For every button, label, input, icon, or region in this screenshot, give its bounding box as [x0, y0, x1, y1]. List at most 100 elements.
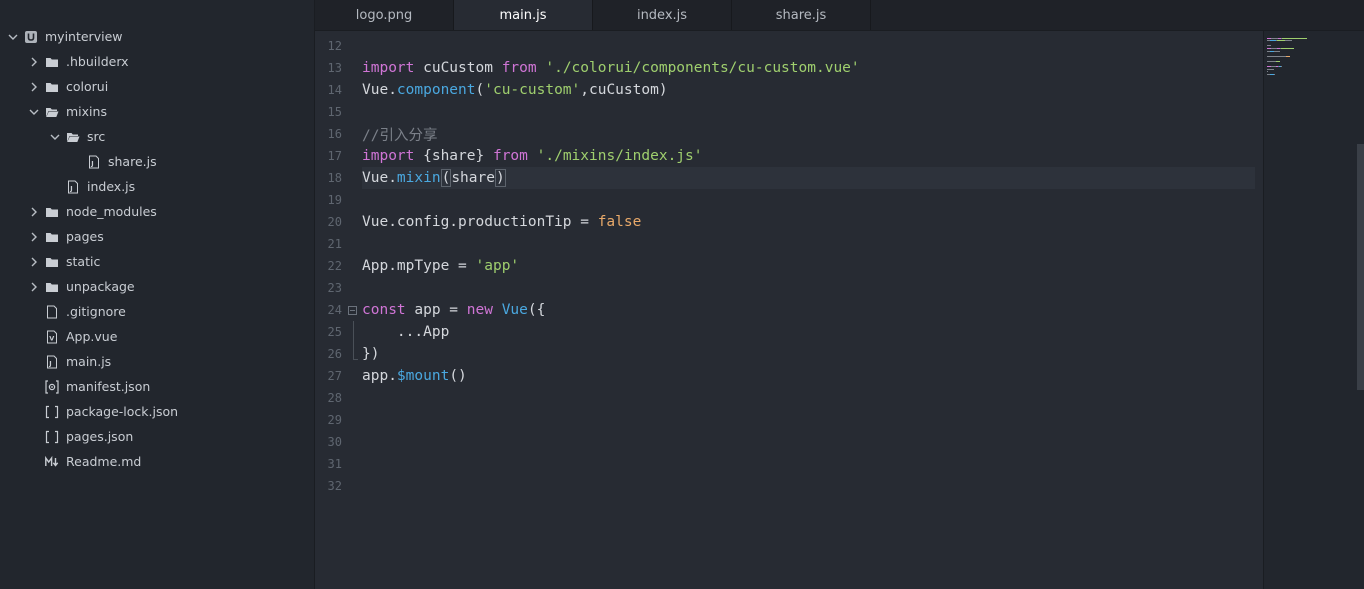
code-line[interactable]: 25 ...App [315, 321, 1263, 343]
folder-item-src[interactable]: src [0, 124, 364, 149]
code-line[interactable]: 12 [315, 35, 1263, 57]
code-line[interactable]: 30 [315, 431, 1263, 453]
code-token: 'cu-custom' [484, 82, 581, 98]
svg-text:V: V [49, 334, 54, 342]
file-item-pages-json[interactable]: pages.json [0, 424, 343, 449]
fold-gutter [342, 123, 362, 145]
file-item-main-js[interactable]: Jmain.js [0, 349, 343, 374]
file-item-app-vue[interactable]: V App.vue [0, 324, 343, 349]
tab-logo-png[interactable]: logo.png [315, 0, 454, 30]
fold-gutter [342, 365, 362, 387]
code-token: './mixins/index.js' [536, 148, 703, 164]
fold-gutter [342, 79, 362, 101]
folder-item-unpackage[interactable]: unpackage [0, 274, 343, 299]
line-number: 16 [327, 127, 342, 141]
folder-item-mixins[interactable]: mixins [0, 99, 343, 124]
code-line[interactable]: 18 Vue. mixin(share) [315, 167, 1263, 189]
chevron-down-icon[interactable] [29, 107, 39, 117]
fold-gutter [342, 101, 362, 123]
minimap-line [1267, 45, 1271, 47]
line-number: 17 [327, 149, 342, 163]
code-line[interactable]: 14 Vue. component('cu-custom' ,cuCustom) [315, 79, 1263, 101]
file-item-readme-md[interactable]: Readme.md [0, 449, 343, 474]
chevron-right-icon[interactable] [29, 57, 39, 67]
code-line[interactable]: 28 [315, 387, 1263, 409]
fold-gutter [342, 189, 362, 211]
chevron-right-icon[interactable] [29, 232, 39, 242]
fold-gutter [342, 277, 362, 299]
code-token: app = [405, 302, 467, 318]
tab-share-js[interactable]: share.js [732, 0, 871, 30]
file-item-manifest-json[interactable]: manifest.json [0, 374, 343, 399]
minimap[interactable] [1263, 31, 1364, 589]
tree-item-label: Readme.md [66, 454, 142, 469]
code-line[interactable]: 29 [315, 409, 1263, 431]
editor-window: myinterview .hbuilderx colorui mixins src Jsh… [0, 0, 1364, 589]
file-item-index-js[interactable]: Jindex.js [0, 174, 364, 199]
code-line[interactable]: 23 [315, 277, 1263, 299]
project-explorer: myinterview .hbuilderx colorui mixins src Jsh… [0, 0, 315, 589]
code-text: app. $mount() [362, 365, 1255, 387]
folder-icon [45, 255, 59, 269]
minimap-line [1282, 37, 1307, 39]
tree-item-label: pages [66, 229, 104, 244]
code-token: App.mpType = [362, 258, 476, 274]
chevron-right-icon[interactable] [29, 282, 39, 292]
code-line[interactable]: 26}) [315, 343, 1263, 365]
code-line[interactable]: 24 const app = new Vue({ [315, 299, 1263, 321]
fold-gutter [342, 431, 362, 453]
folder-item-pages[interactable]: pages [0, 224, 343, 249]
tab-index-js[interactable]: index.js [593, 0, 732, 30]
fold-gutter [342, 57, 362, 79]
folder-item-myinterview[interactable]: myinterview [0, 24, 322, 49]
chevron-down-icon[interactable] [8, 32, 18, 42]
minimap-line [1271, 37, 1278, 39]
line-number: 24 [327, 303, 342, 317]
tree-item-label: share.js [108, 154, 157, 169]
code-line[interactable]: 13 import cuCustom from './colorui/compon… [315, 57, 1263, 79]
svg-text:J: J [90, 159, 93, 167]
chevron-right-icon[interactable] [29, 82, 39, 92]
chevron-down-icon[interactable] [50, 132, 60, 142]
fold-collapse-icon[interactable] [342, 299, 362, 321]
code-token: 'app' [475, 258, 520, 274]
code-line[interactable]: 17 import {share} from './mixins/index.js… [315, 145, 1263, 167]
file-item-package-lock-json[interactable]: package-lock.json [0, 399, 343, 424]
code-line[interactable]: 15 [315, 101, 1263, 123]
chevron-right-icon[interactable] [29, 207, 39, 217]
line-number: 31 [327, 457, 342, 471]
folder-item-node-modules[interactable]: node_modules [0, 199, 343, 224]
line-number: 23 [327, 281, 342, 295]
code-token: mixin [396, 170, 441, 186]
tab-main-js[interactable]: main.js [454, 0, 593, 30]
folder-item-static[interactable]: static [0, 249, 343, 274]
project-icon [24, 30, 38, 44]
code-editor[interactable]: 12 13 import cuCustom from './colorui/comp… [315, 31, 1263, 589]
chevron-right-icon[interactable] [29, 257, 39, 267]
code-token: component [396, 82, 476, 98]
code-line[interactable]: 20 Vue.config.productionTip = false [315, 211, 1263, 233]
code-line[interactable]: 19 [315, 189, 1263, 211]
file-item-gitignore[interactable]: .gitignore [0, 299, 343, 324]
folder-item-hbuilderx[interactable]: .hbuilderx [0, 49, 343, 74]
code-token: {share} [414, 148, 493, 164]
folder-item-colorui[interactable]: colorui [0, 74, 343, 99]
code-line[interactable]: 22 App.mpType = 'app' [315, 255, 1263, 277]
code-line[interactable]: 27 app. $mount() [315, 365, 1263, 387]
code-line[interactable]: 31 [315, 453, 1263, 475]
minimap-scrollbar[interactable] [1357, 144, 1364, 390]
code-line[interactable]: 32 [315, 475, 1263, 497]
minimap-line [1285, 40, 1292, 42]
json-file-icon [45, 430, 59, 444]
code-line[interactable]: 21 [315, 233, 1263, 255]
js-file-icon: J [87, 155, 101, 169]
code-line[interactable]: 16 //引入分享 [315, 123, 1263, 145]
